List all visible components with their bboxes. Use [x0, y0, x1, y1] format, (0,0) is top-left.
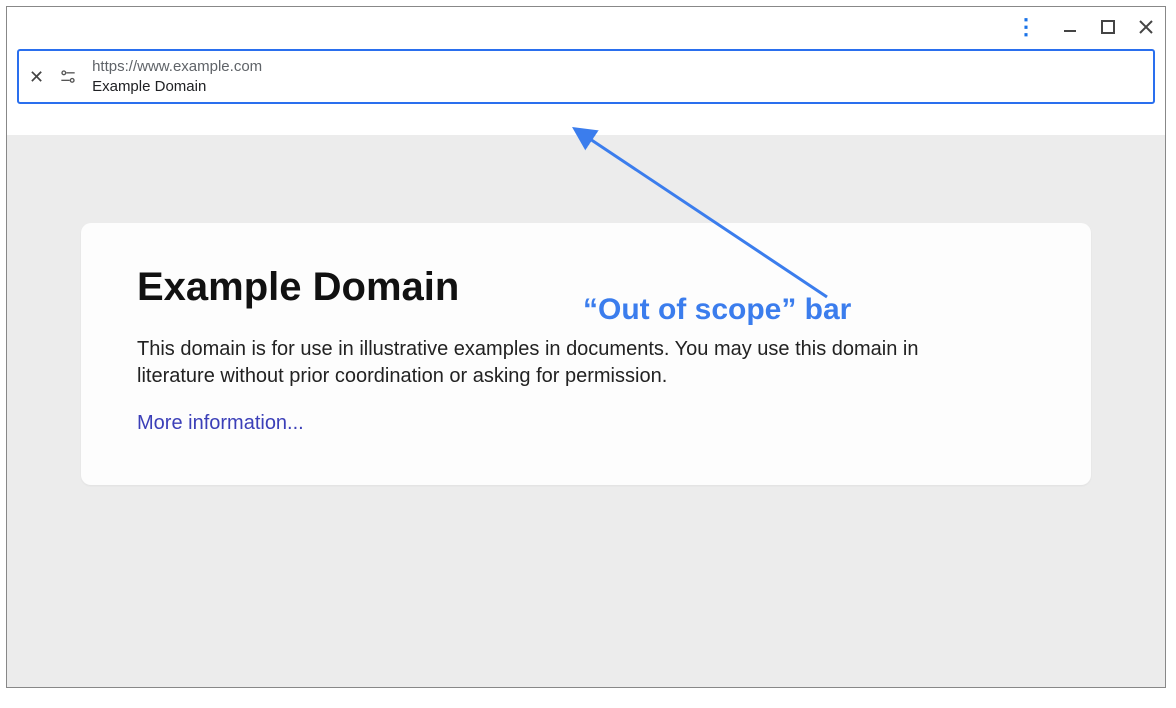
close-window-button[interactable] [1137, 18, 1155, 36]
maximize-button[interactable] [1099, 18, 1117, 36]
annotation-label: “Out of scope” bar [583, 293, 851, 327]
more-information-link[interactable]: More information... [137, 412, 304, 434]
app-window: ⋮ ✕ https://www.example.com Example Doma… [6, 6, 1166, 688]
out-of-scope-bar: ✕ https://www.example.com Example Domain [17, 49, 1155, 104]
tune-icon[interactable] [58, 67, 78, 87]
window-titlebar: ⋮ [7, 7, 1165, 47]
close-icon[interactable]: ✕ [29, 68, 44, 86]
kebab-menu-icon[interactable]: ⋮ [1011, 16, 1041, 38]
address-text: https://www.example.com Example Domain [92, 57, 262, 96]
address-url: https://www.example.com [92, 57, 262, 77]
content-card: Example Domain This domain is for use in… [81, 223, 1091, 485]
page-content: Example Domain This domain is for use in… [7, 135, 1165, 687]
minimize-button[interactable] [1061, 18, 1079, 36]
address-title: Example Domain [92, 77, 262, 97]
page-body: This domain is for use in illustrative e… [137, 336, 957, 390]
